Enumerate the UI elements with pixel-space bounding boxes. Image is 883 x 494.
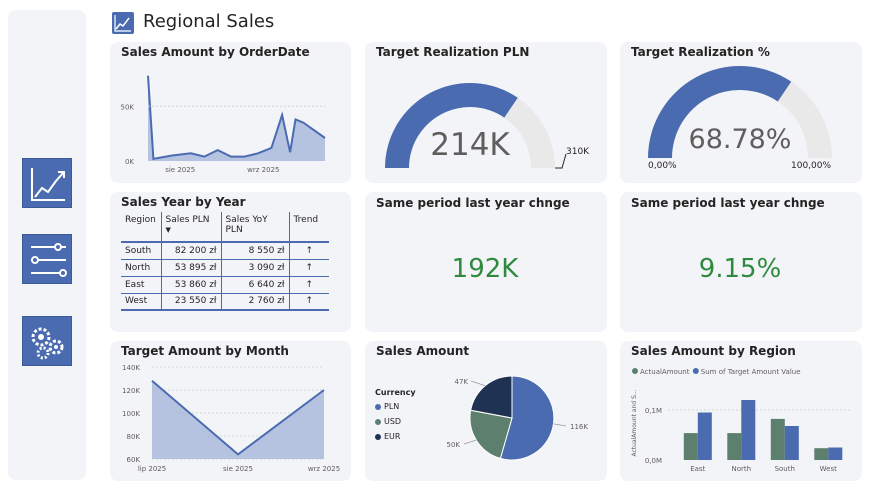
cell-yoy: 6 640 zł (221, 275, 290, 293)
cell-trend: ↑ (289, 258, 329, 276)
bar-south-target (784, 426, 799, 460)
sales-pie-chart: 116K 50K 47K (447, 375, 588, 461)
cell-yoy: 2 760 zł (221, 292, 290, 311)
slice-label: 116K (570, 423, 588, 431)
cell-sales: 53 860 zł (161, 275, 222, 293)
sort-desc-icon: ▼ (165, 226, 171, 234)
table-row[interactable]: West 23 550 zł 2 760 zł ↑ (121, 292, 329, 311)
cell-yoy: 3 090 zł (221, 258, 290, 276)
sales-by-region-panel[interactable]: Sales Amount by Region ActualAmount Sum o… (620, 341, 862, 481)
sales-orderdate-chart: 50K 0K sie 2025 wrz 2025 (121, 75, 326, 174)
legend-label: ActualAmount (640, 368, 690, 376)
column-header-region[interactable]: Region (121, 212, 162, 242)
cell-trend: ↑ (289, 241, 329, 259)
x-tick-label: wrz 2025 (247, 166, 279, 174)
bar-west-actual (814, 448, 829, 460)
y-tick-label: 0,1M (645, 407, 662, 415)
leader-line (463, 439, 477, 445)
bar-west-target (828, 447, 843, 460)
settings-icon (31, 327, 64, 360)
sales-amount-pie-panel[interactable]: Sales Amount Currency PLN USD EUR 116K 50… (365, 341, 607, 481)
sales-table: Region Sales PLN ▼ Sales YoY PLN Trend S… (121, 212, 329, 311)
y-tick-label: 50K (121, 103, 135, 111)
slice-label: 50K (447, 441, 461, 449)
bar-north-target (741, 400, 756, 460)
y-axis-label: ActualAmount and S... (631, 389, 638, 456)
target-amount-by-month-panel[interactable]: Target Amount by Month 140K 120K 100K 80K 60… (110, 341, 351, 481)
legend-marker (632, 368, 638, 374)
table-row[interactable]: South 82 200 zł 8 550 zł ↑ (121, 241, 329, 259)
filters-nav-button[interactable] (22, 234, 72, 284)
sales-by-orderdate-panel[interactable]: Sales Amount by OrderDate 50K 0K sie 2025 w… (110, 42, 351, 183)
y-tick-label: 100K (122, 410, 140, 418)
x-tick-label: East (690, 465, 705, 473)
same-period-pct-panel[interactable]: Same period last year chnge 9.15% (620, 192, 862, 332)
x-tick-label: South (775, 465, 795, 473)
slice-label: 47K (455, 378, 469, 386)
panel-title: Sales Year by Year (121, 195, 246, 209)
report-logo-icon (112, 12, 134, 34)
y-tick-label: 60K (127, 456, 141, 464)
gauge-value: 214K (430, 127, 510, 163)
bar-south-actual (770, 418, 785, 460)
x-tick-label: North (731, 465, 751, 473)
cell-region: West (121, 292, 162, 311)
cell-yoy: 8 550 zł (221, 241, 290, 259)
sales-year-by-year-panel[interactable]: Sales Year by Year Region Sales PLN ▼ Sa… (110, 192, 351, 332)
kpi-value: 192K (451, 254, 519, 284)
table-row[interactable]: North 53 895 zł 3 090 zł ↑ (121, 258, 329, 276)
analytics-nav-button[interactable] (22, 158, 72, 208)
x-tick-label: lip 2025 (138, 465, 166, 473)
y-tick-label: 0K (125, 158, 134, 166)
bar-north-actual (727, 433, 742, 460)
target-realization-pct-panel[interactable]: Target Realization % 68.78% 0,00% 100,00… (620, 42, 862, 183)
table-row[interactable]: East 53 860 zł 6 640 zł ↑ (121, 275, 329, 293)
legend-marker (692, 368, 699, 374)
settings-nav-button[interactable] (22, 316, 72, 366)
sales-region-chart: ActualAmount Sum of Target Amount Value 0,… (631, 368, 852, 473)
filters-icon (31, 243, 67, 277)
y-tick-label: 120K (122, 387, 140, 395)
leader-line (553, 423, 567, 427)
area-fill (152, 380, 324, 459)
bar-east-target (697, 412, 712, 460)
panel-title: Same period last year chnge (376, 196, 570, 210)
cell-sales: 23 550 zł (161, 292, 222, 311)
gauge-value: 68.78% (688, 124, 792, 155)
cell-region: North (121, 258, 162, 276)
kpi-value: 9.15% (698, 254, 782, 284)
cell-trend: ↑ (289, 275, 329, 293)
bar-east-actual (683, 433, 698, 460)
cell-region: South (121, 241, 162, 259)
column-header-trend[interactable]: Trend (289, 212, 329, 242)
leader-line (470, 380, 486, 387)
gauge-min-label: 0,00% (648, 161, 677, 171)
column-header-sales[interactable]: Sales PLN ▼ (161, 212, 222, 242)
y-tick-label: 80K (127, 433, 141, 441)
analytics-icon (31, 168, 65, 201)
target-realization-pln-panel[interactable]: Target Realization PLN 214K 310K (365, 42, 607, 183)
panel-title: Same period last year chnge (631, 196, 825, 210)
x-tick-label: wrz 2025 (308, 465, 340, 473)
pie-slice-eur (470, 375, 513, 419)
x-tick-label: sie 2025 (165, 166, 195, 174)
legend-label: Sum of Target Amount Value (701, 368, 801, 376)
column-header-yoy[interactable]: Sales YoY PLN (221, 212, 290, 242)
page-title: Regional Sales (143, 11, 275, 32)
x-tick-label: sie 2025 (223, 465, 253, 473)
x-tick-label: West (820, 465, 837, 473)
gauge-max-label: 100,00% (791, 161, 832, 171)
same-period-pln-panel[interactable]: Same period last year chnge 192K (365, 192, 607, 332)
target-month-chart: 140K 120K 100K 80K 60Klip 2025 sie 2025 wrz 20… (122, 364, 340, 473)
cell-sales: 53 895 zł (161, 258, 222, 276)
cell-trend: ↑ (289, 292, 329, 311)
cell-sales: 82 200 zł (161, 241, 222, 259)
cell-region: East (121, 275, 162, 293)
y-tick-label: 140K (122, 364, 140, 372)
gauge-target-label: 310K (566, 147, 590, 157)
y-tick-label: 0,0M (645, 457, 662, 465)
area-fill (148, 75, 325, 161)
